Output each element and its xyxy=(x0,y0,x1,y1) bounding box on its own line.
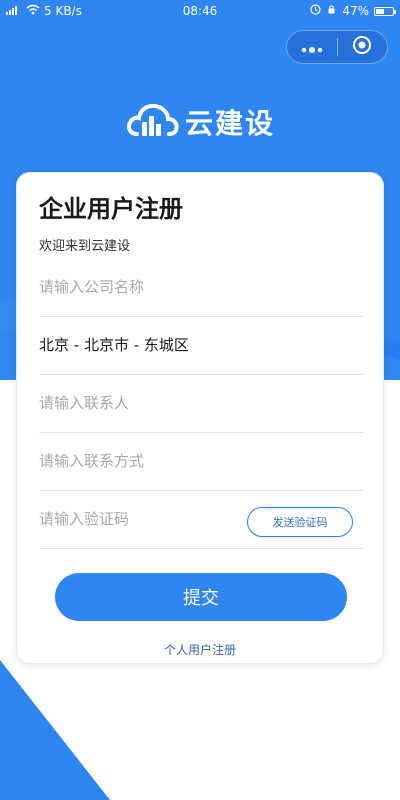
send-code-button[interactable]: 发送验证码 xyxy=(247,507,353,537)
close-mini-program-button[interactable] xyxy=(337,31,387,63)
verification-code-input[interactable] xyxy=(39,491,239,547)
brand-logo: 云建设 xyxy=(0,100,400,144)
mini-program-capsule xyxy=(286,30,388,64)
page-title: 企业用户注册 xyxy=(39,195,183,223)
region-picker[interactable]: 北京 - 北京市 - 东城区 xyxy=(39,317,363,375)
battery-percent: 47% xyxy=(342,4,369,18)
more-dots-icon xyxy=(301,38,323,57)
contact-method-field xyxy=(39,433,363,491)
registration-card: 企业用户注册 欢迎来到云建设 北京 - 北京市 - 东城区 发送验证码 提交 个… xyxy=(16,172,384,664)
target-circle-icon xyxy=(352,35,372,59)
contact-person-input[interactable] xyxy=(39,375,363,431)
personal-register-link[interactable]: 个人用户注册 xyxy=(17,641,383,658)
region-value: 北京 - 北京市 - 东城区 xyxy=(39,336,189,354)
verification-code-field: 发送验证码 xyxy=(39,491,363,549)
alarm-icon xyxy=(310,0,321,22)
lock-rotation-icon xyxy=(326,0,337,22)
contact-method-input[interactable] xyxy=(39,433,363,489)
welcome-text: 欢迎来到云建设 xyxy=(39,239,131,254)
battery-icon xyxy=(374,6,396,16)
contact-person-field xyxy=(39,375,363,433)
status-bar: 5 KB/s 08:46 47% xyxy=(0,0,400,22)
company-name-input[interactable] xyxy=(39,259,363,315)
status-right-group: 47% xyxy=(310,0,396,22)
battery-fill xyxy=(376,8,384,14)
more-menu-button[interactable] xyxy=(287,31,337,63)
brand-name: 云建设 xyxy=(184,107,275,140)
cloud-building-icon xyxy=(125,100,179,144)
submit-button[interactable]: 提交 xyxy=(55,573,347,621)
company-name-field xyxy=(39,259,363,317)
